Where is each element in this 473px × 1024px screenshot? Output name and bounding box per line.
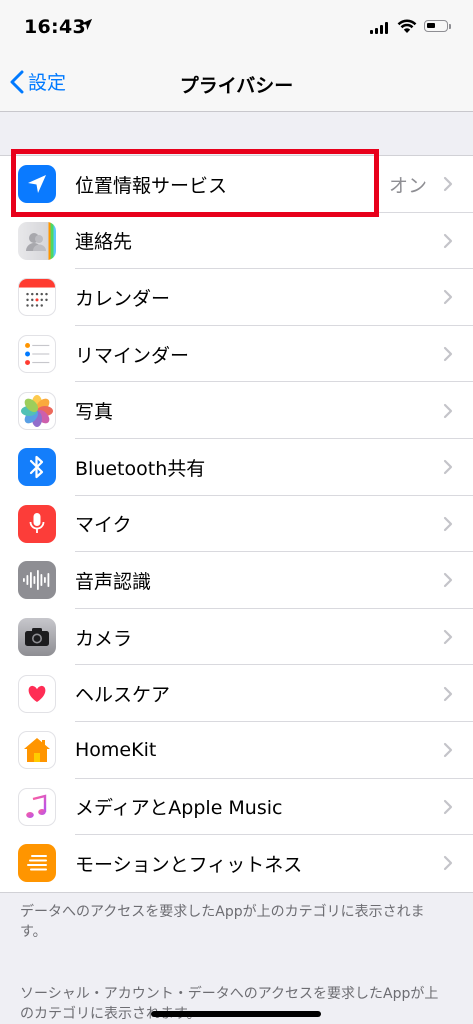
row-location-services[interactable]: 位置情報サービス オン: [0, 156, 473, 213]
row-microphone[interactable]: マイク: [0, 496, 473, 553]
row-label: 写真: [75, 401, 114, 424]
row-label: ヘルスケア: [75, 684, 171, 707]
row-label: カレンダー: [75, 287, 171, 310]
photos-icon: [18, 391, 56, 430]
row-calendar[interactable]: カレンダー: [0, 269, 473, 326]
navigation-bar: 設定 プライバシー: [0, 56, 473, 112]
row-media-apple-music[interactable]: メディアとApple Music: [0, 779, 473, 836]
row-label: 音声認識: [75, 570, 152, 593]
chevron-right-icon: [443, 177, 453, 192]
contacts-icon: [18, 221, 56, 260]
chevron-right-icon: [443, 346, 453, 362]
row-label: マイク: [75, 514, 132, 537]
row-label: リマインダー: [75, 344, 190, 367]
row-bluetooth[interactable]: Bluetooth共有: [0, 439, 473, 496]
status-bar: 16:43: [0, 0, 473, 56]
calendar-icon: [18, 278, 56, 317]
row-speech-recognition[interactable]: 音声認識: [0, 552, 473, 609]
row-value: オン: [388, 174, 427, 197]
row-label: 連絡先: [75, 231, 133, 254]
chevron-right-icon: [443, 629, 453, 645]
row-label: Bluetooth共有: [75, 457, 206, 480]
chevron-right-icon: [443, 799, 453, 814]
chevron-right-icon: [443, 516, 453, 531]
battery-icon: [424, 20, 448, 32]
chevron-right-icon: [443, 743, 453, 758]
location-arrow-icon: [80, 18, 93, 31]
row-health[interactable]: ヘルスケア: [0, 665, 473, 722]
row-label: 位置情報サービス: [75, 174, 228, 197]
battery-tip: [449, 24, 451, 29]
motion-fitness-icon: [18, 844, 56, 883]
chevron-right-icon: [443, 573, 453, 588]
chevron-right-icon: [443, 460, 453, 475]
row-label: モーションとフィットネス: [75, 853, 303, 876]
page-title: プライバシー: [179, 75, 294, 97]
bluetooth-icon: [18, 448, 56, 487]
row-label: メディアとApple Music: [75, 797, 283, 820]
microphone-icon: [18, 504, 56, 543]
row-camera[interactable]: カメラ: [0, 609, 473, 666]
reminders-icon: [18, 335, 56, 374]
chevron-right-icon: [443, 686, 453, 701]
health-heart-icon: [18, 674, 56, 713]
wifi-icon: [397, 19, 417, 33]
row-label: HomeKit: [75, 739, 157, 762]
speech-recognition-icon: [18, 561, 56, 600]
chevron-right-icon: [443, 290, 453, 305]
row-photos[interactable]: 写真: [0, 382, 473, 439]
row-label: カメラ: [75, 627, 133, 650]
location-arrow-icon: [18, 165, 56, 204]
row-homekit[interactable]: HomeKit: [0, 722, 473, 779]
home-icon: [18, 731, 56, 770]
privacy-list: 位置情報サービス オン 連絡先 カレンダー リマインダー 写真 Bluetoot…: [0, 155, 473, 893]
row-contacts[interactable]: 連絡先: [0, 213, 473, 270]
status-time: 16:43: [24, 16, 86, 38]
chevron-right-icon: [443, 856, 453, 871]
chevron-right-icon: [443, 403, 453, 418]
camera-icon: [18, 618, 56, 657]
footer-note-categories: データへのアクセスを要求したAppが上のカテゴリに表示されます。: [20, 904, 425, 940]
row-motion-fitness[interactable]: モーションとフィットネス: [0, 835, 473, 892]
row-reminders[interactable]: リマインダー: [0, 326, 473, 383]
music-note-icon: [18, 787, 56, 826]
home-indicator[interactable]: [151, 1011, 321, 1017]
footer-note-social-accounts: ソーシャル・アカウント・データへのアクセスを要求したAppが上のカテゴリに表示さ…: [20, 986, 439, 1022]
chevron-right-icon: [443, 233, 453, 248]
cellular-signal-icon: [370, 22, 388, 34]
